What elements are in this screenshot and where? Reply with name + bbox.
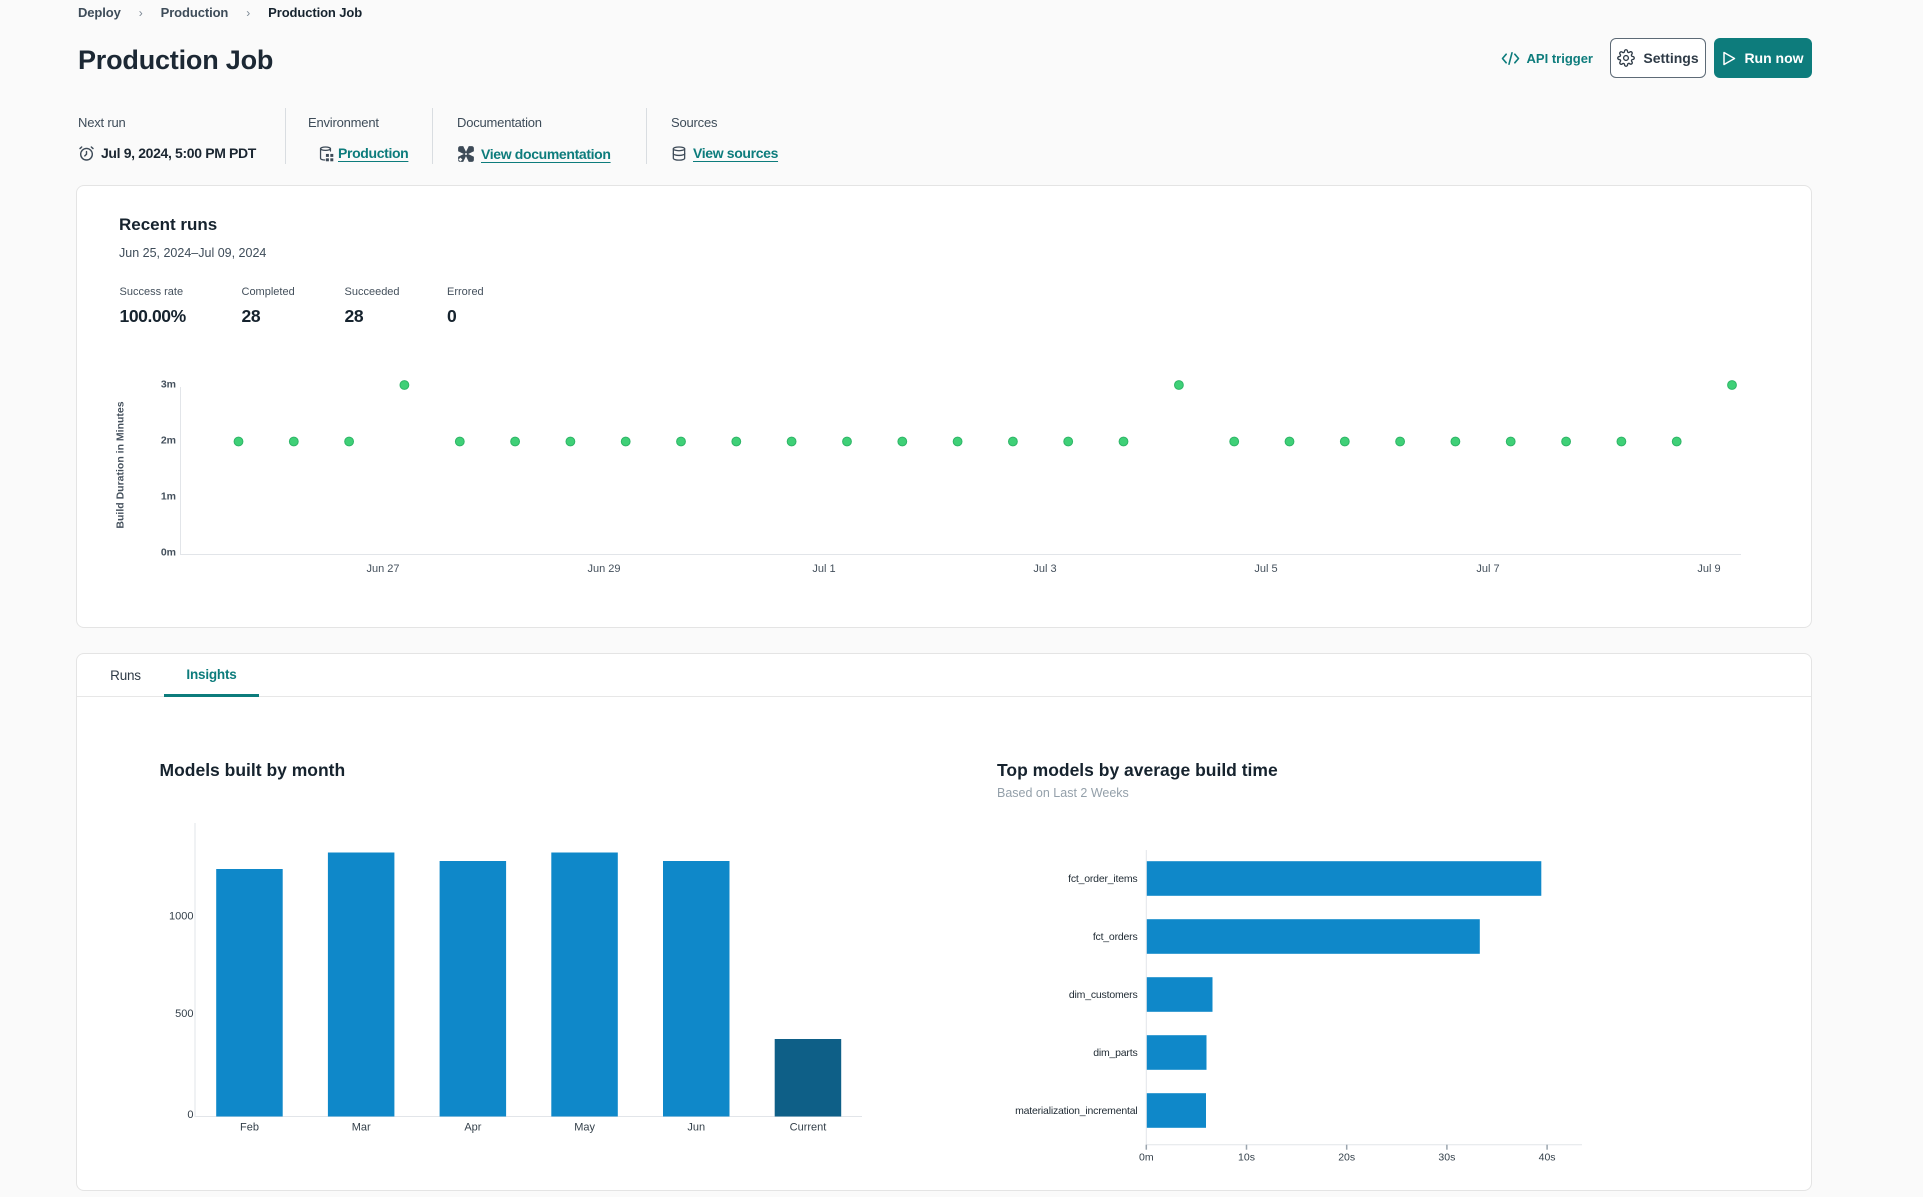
svg-text:0m: 0m [1139,1152,1154,1164]
svg-text:0: 0 [187,1109,193,1121]
svg-text:Jul 9: Jul 9 [1697,563,1720,575]
svg-text:fct_order_items: fct_order_items [1068,873,1137,885]
svg-text:dim_customers: dim_customers [1069,989,1138,1001]
svg-text:Jul 1: Jul 1 [812,563,835,575]
svg-text:3m: 3m [161,379,176,391]
svg-text:Apr: Apr [464,1122,481,1134]
svg-text:Build Duration in Minutes: Build Duration in Minutes [115,401,127,528]
svg-text:500: 500 [175,1008,193,1020]
svg-text:20s: 20s [1338,1152,1355,1164]
svg-text:Jul 5: Jul 5 [1254,563,1277,575]
svg-text:1m: 1m [161,491,176,503]
svg-text:materialization_incremental: materialization_incremental [1015,1105,1137,1117]
svg-text:10s: 10s [1238,1152,1255,1164]
svg-text:May: May [574,1122,595,1134]
svg-text:Jun 29: Jun 29 [587,563,620,575]
svg-text:30s: 30s [1438,1152,1455,1164]
svg-text:0m: 0m [161,547,176,559]
svg-text:Mar: Mar [352,1122,371,1134]
svg-text:Jul 7: Jul 7 [1476,563,1499,575]
svg-text:Jun: Jun [687,1122,705,1134]
svg-text:dim_parts: dim_parts [1093,1047,1137,1059]
svg-text:2m: 2m [161,435,176,447]
svg-text:Current: Current [790,1122,827,1134]
svg-text:fct_orders: fct_orders [1093,931,1138,943]
svg-text:40s: 40s [1539,1152,1556,1164]
svg-text:Feb: Feb [240,1122,259,1134]
svg-text:Jun 27: Jun 27 [366,563,399,575]
svg-text:1000: 1000 [169,911,193,923]
svg-text:Jul 3: Jul 3 [1033,563,1056,575]
